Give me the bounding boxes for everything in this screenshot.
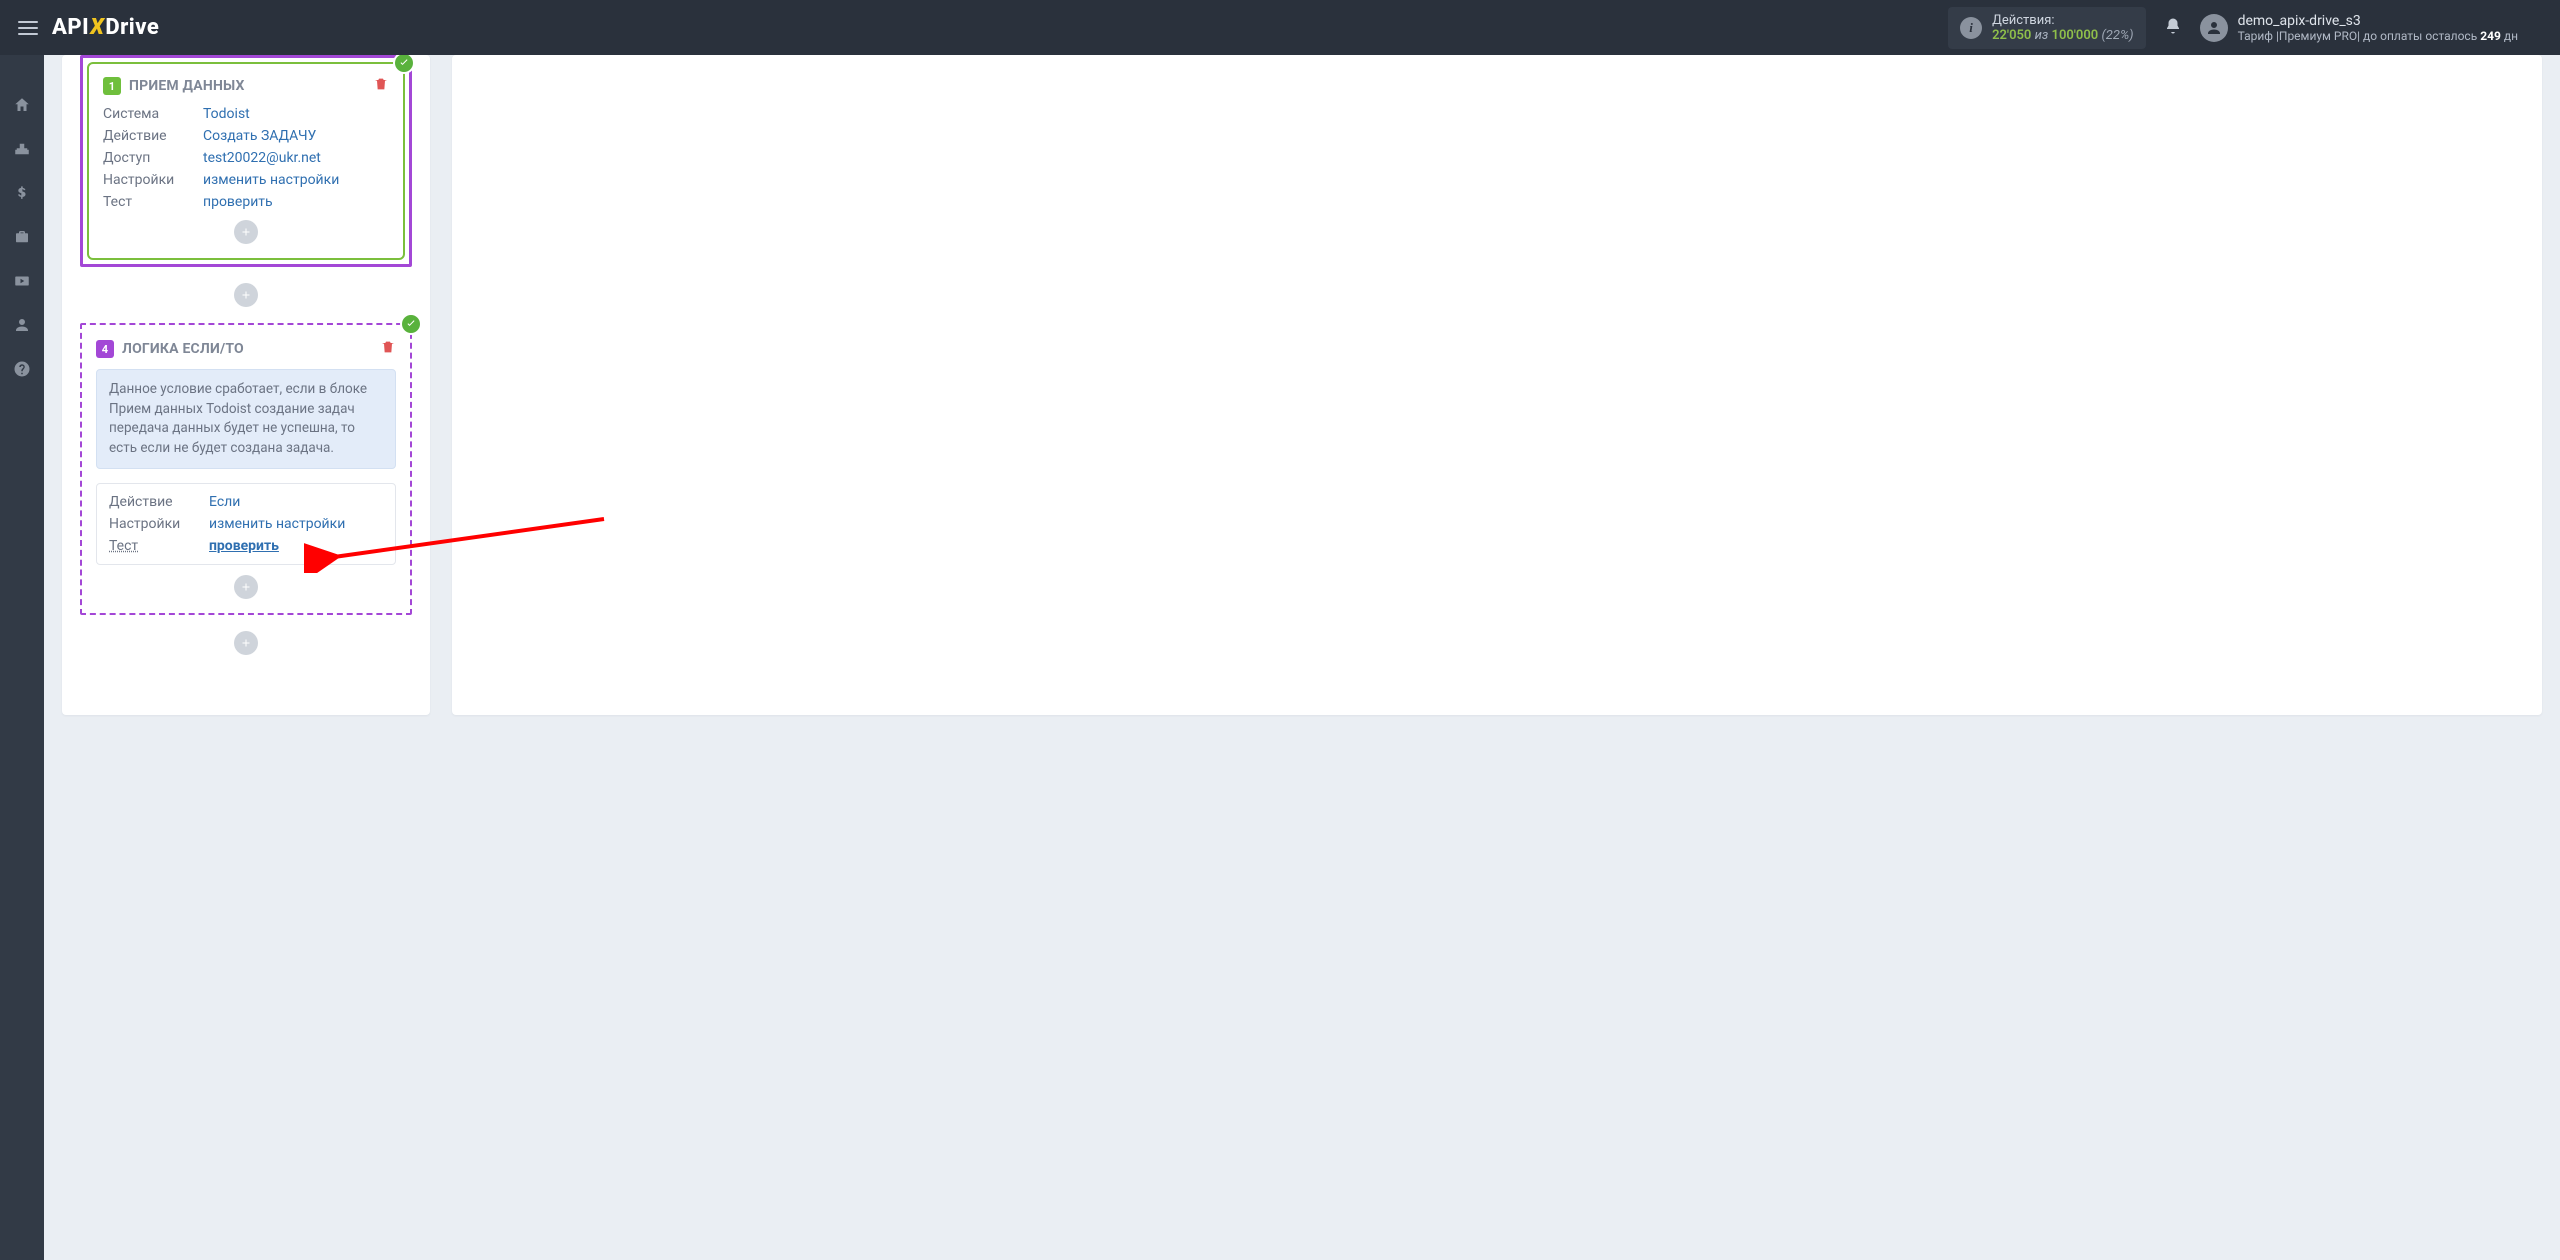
kv-key: Тест — [109, 538, 199, 554]
access-link[interactable]: test20022@ukr.net — [203, 150, 389, 166]
actions-value: 22'050 из 100'000 (22%) — [1992, 28, 2134, 43]
nav-account-icon[interactable] — [0, 303, 44, 347]
step-number: 4 — [96, 340, 114, 358]
kv-key: Доступ — [103, 150, 193, 166]
kv-key: Действие — [109, 494, 199, 510]
logo-text-pre: API — [52, 15, 89, 40]
delete-block-icon[interactable] — [380, 339, 396, 359]
kv-key: Настройки — [109, 516, 199, 532]
add-step-between-button[interactable] — [234, 283, 258, 307]
actions-counter[interactable]: i Действия: 22'050 из 100'000 (22%) — [1948, 7, 2146, 49]
username: demo_apix-drive_s3 — [2238, 13, 2518, 29]
block-details-panel: Действие Если Настройки изменить настрой… — [96, 483, 396, 565]
block-header: 1 ПРИЕМ ДАННЫХ — [103, 76, 389, 96]
menu-toggle-icon[interactable] — [12, 15, 44, 41]
avatar-icon — [2200, 14, 2228, 42]
nav-help-icon[interactable] — [0, 347, 44, 391]
logo[interactable]: APIXDrive — [52, 15, 159, 40]
nav-connections-icon[interactable] — [0, 127, 44, 171]
kv-key: Тест — [103, 194, 193, 210]
action-link[interactable]: Если — [209, 494, 383, 510]
logo-text-post: Drive — [105, 15, 159, 40]
add-step-inside-button[interactable] — [234, 575, 258, 599]
nav-briefcase-icon[interactable] — [0, 215, 44, 259]
side-nav — [0, 55, 44, 1260]
tariff-line: Тариф |Премиум PRO| до оплаты осталось 2… — [2238, 29, 2518, 43]
nav-home-icon[interactable] — [0, 83, 44, 127]
flow-block-wrapper-1: 1 ПРИЕМ ДАННЫХ Система Todoist Действие … — [80, 55, 412, 267]
step-number: 1 — [103, 77, 121, 95]
condition-description: Данное условие сработает, если в блоке П… — [96, 369, 396, 469]
status-ok-icon — [400, 313, 422, 335]
flow-block-logic[interactable]: 4 ЛОГИКА ЕСЛИ/ТО Данное условие сработае… — [80, 323, 412, 615]
add-step-after-button[interactable] — [234, 631, 258, 655]
block-header: 4 ЛОГИКА ЕСЛИ/ТО — [96, 339, 396, 359]
delete-block-icon[interactable] — [373, 76, 389, 96]
settings-link[interactable]: изменить настройки — [203, 172, 389, 188]
action-link[interactable]: Создать ЗАДАЧУ — [203, 128, 389, 144]
test-link[interactable]: проверить — [203, 194, 389, 210]
block-title: ПРИЕМ ДАННЫХ — [129, 78, 245, 94]
add-step-inside-button[interactable] — [234, 220, 258, 244]
main-area: 1 ПРИЕМ ДАННЫХ Система Todoist Действие … — [44, 55, 2560, 1260]
notifications-icon[interactable] — [2164, 17, 2182, 39]
top-header: APIXDrive i Действия: 22'050 из 100'000 … — [0, 0, 2560, 55]
kv-key: Настройки — [103, 172, 193, 188]
user-menu[interactable]: demo_apix-drive_s3 Тариф |Премиум PRO| д… — [2200, 13, 2518, 43]
info-icon: i — [1960, 17, 1982, 39]
nav-billing-icon[interactable] — [0, 171, 44, 215]
system-link[interactable]: Todoist — [203, 106, 389, 122]
test-link-highlighted[interactable]: проверить — [209, 538, 383, 554]
block-details: Система Todoist Действие Создать ЗАДАЧУ … — [103, 106, 389, 210]
block-title: ЛОГИКА ЕСЛИ/ТО — [122, 341, 244, 357]
actions-label: Действия: — [1992, 13, 2134, 28]
nav-video-icon[interactable] — [0, 259, 44, 303]
logo-text-x: X — [90, 15, 104, 40]
status-ok-icon — [393, 55, 415, 74]
settings-link[interactable]: изменить настройки — [209, 516, 383, 532]
flow-block-receive[interactable]: 1 ПРИЕМ ДАННЫХ Система Todoist Действие … — [87, 62, 405, 260]
detail-panel — [452, 55, 2542, 715]
kv-key: Действие — [103, 128, 193, 144]
kv-key: Система — [103, 106, 193, 122]
flow-panel: 1 ПРИЕМ ДАННЫХ Система Todoist Действие … — [62, 55, 430, 715]
